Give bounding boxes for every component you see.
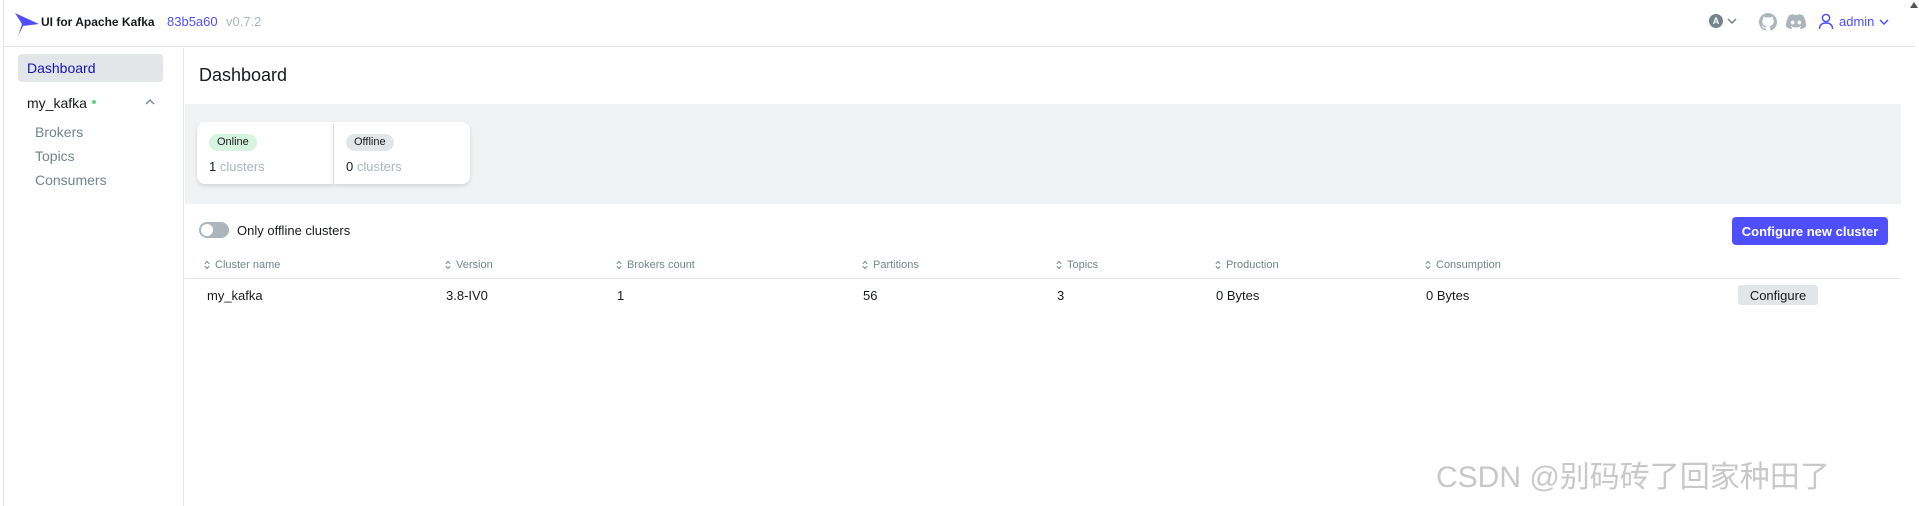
theme-auto-icon: A	[1709, 14, 1723, 28]
scroll-up-arrow-icon[interactable]	[1910, 2, 1918, 8]
kafka-ui-logo-icon[interactable]	[14, 11, 40, 37]
sidebar-cluster-my-kafka[interactable]: my_kafka	[18, 90, 163, 116]
cell-topics: 3	[1057, 288, 1065, 303]
cell-consumption: 0 Bytes	[1426, 288, 1470, 303]
offline-stat-card: Offline 0 clusters	[334, 122, 470, 184]
cell-brokers: 1	[617, 288, 625, 303]
sort-icon	[204, 260, 210, 270]
chevron-down-icon	[1879, 18, 1889, 25]
configure-cluster-button[interactable]: Configure	[1738, 285, 1818, 305]
version-label: v0.7.2	[226, 14, 262, 29]
column-version[interactable]: Version	[445, 259, 493, 271]
cluster-online-dot	[91, 100, 96, 105]
cell-production: 0 Bytes	[1216, 288, 1260, 303]
cluster-stats: Online 1 clusters Offline 0 clusters	[185, 104, 1901, 204]
main-content: Dashboard Online 1 clusters Offline 0 cl…	[185, 48, 1915, 506]
column-brokers-count[interactable]: Brokers count	[616, 259, 695, 271]
column-production[interactable]: Production	[1215, 259, 1279, 271]
sort-icon	[445, 260, 451, 270]
sidebar-item-brokers[interactable]: Brokers	[35, 124, 83, 140]
commit-link[interactable]: 83b5a60	[167, 14, 218, 29]
sidebar-item-topics[interactable]: Topics	[35, 148, 75, 164]
user-name: admin	[1839, 14, 1875, 29]
toggle-switch[interactable]	[199, 222, 229, 238]
cell-version: 3.8-IV0	[446, 288, 488, 303]
sidebar-item-consumers[interactable]: Consumers	[35, 172, 107, 188]
chevron-down-icon	[1727, 18, 1737, 24]
offline-tag: Offline	[346, 134, 394, 151]
page-title: Dashboard	[199, 65, 288, 85]
column-consumption[interactable]: Consumption	[1425, 259, 1501, 271]
online-count: 1 clusters	[209, 159, 265, 174]
column-partitions[interactable]: Partitions	[862, 259, 919, 271]
configure-new-cluster-button[interactable]: Configure new cluster	[1732, 217, 1888, 245]
clusters-table-header: Cluster name Version Brokers count Parti…	[185, 254, 1901, 279]
offline-count: 0 clusters	[346, 159, 402, 174]
top-navigation: UI for Apache Kafka 83b5a60 v0.7.2 A adm…	[4, 0, 1915, 47]
github-icon[interactable]	[1759, 13, 1777, 31]
discord-icon[interactable]	[1786, 14, 1806, 30]
toggle-label: Only offline clusters	[237, 222, 351, 238]
cell-partitions: 56	[863, 288, 878, 303]
online-count-value: 1	[209, 159, 217, 174]
user-icon	[1818, 13, 1834, 30]
online-stat-card: Online 1 clusters	[197, 122, 333, 184]
table-row: my_kafka 3.8-IV0 1 56 3 0 Bytes 0 Bytes …	[185, 280, 1901, 310]
chevron-up-icon	[145, 99, 155, 105]
column-topics[interactable]: Topics	[1056, 259, 1098, 271]
sort-icon	[862, 260, 868, 270]
online-count-unit: clusters	[219, 159, 265, 174]
sort-icon	[1056, 260, 1062, 270]
sidebar-cluster-label: my_kafka	[27, 95, 87, 111]
theme-toggle[interactable]: A	[1709, 14, 1737, 28]
sidebar: Dashboard my_kafka Brokers Topics Consum…	[4, 48, 184, 506]
offline-count-value: 0	[346, 159, 354, 174]
user-menu[interactable]: admin	[1818, 13, 1889, 30]
csdn-watermark: CSDN @别码砖了回家种田了	[1436, 461, 1830, 494]
app-title[interactable]: UI for Apache Kafka	[41, 15, 155, 29]
online-tag: Online	[209, 134, 257, 151]
sort-icon	[616, 260, 622, 270]
sort-icon	[1215, 260, 1221, 270]
offline-count-unit: clusters	[356, 159, 402, 174]
cell-cluster-name[interactable]: my_kafka	[207, 288, 263, 303]
sidebar-item-dashboard[interactable]: Dashboard	[18, 54, 163, 82]
column-cluster-name[interactable]: Cluster name	[204, 259, 280, 271]
sort-icon	[1425, 260, 1431, 270]
only-offline-toggle[interactable]: Only offline clusters	[199, 222, 350, 238]
